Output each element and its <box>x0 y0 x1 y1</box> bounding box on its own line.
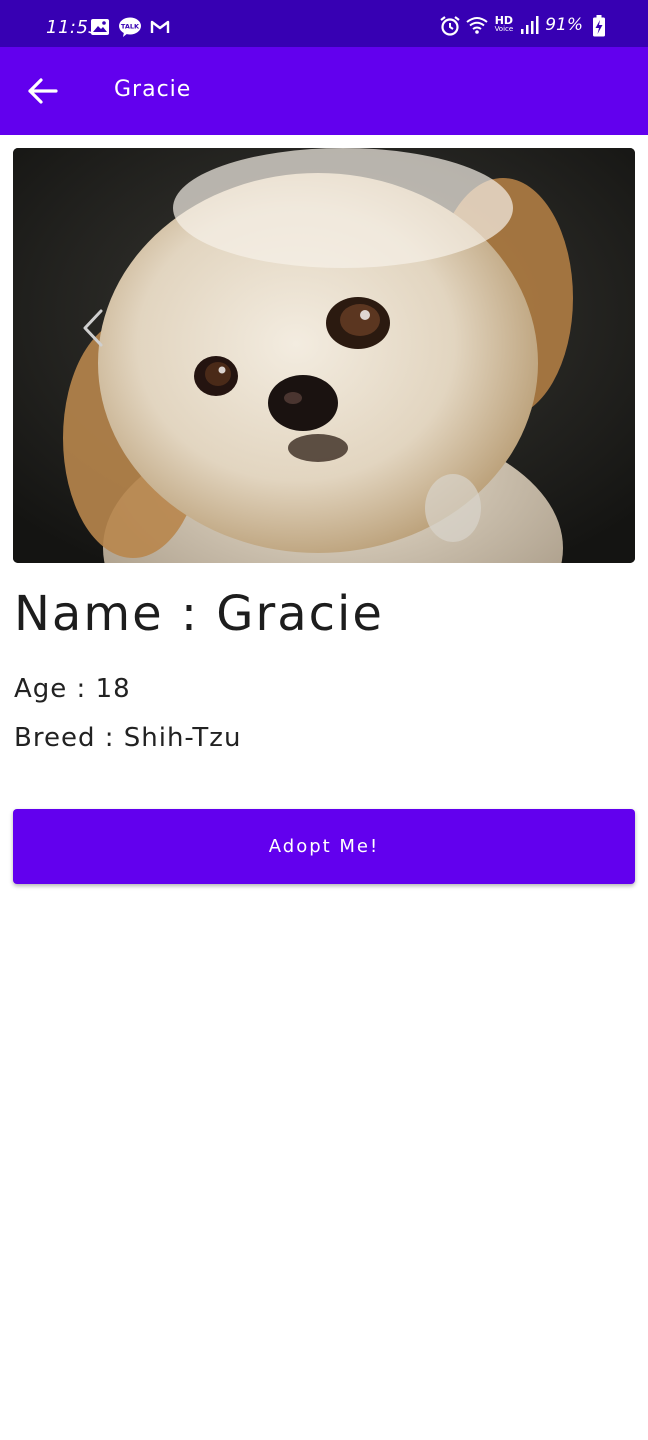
signal-icon <box>519 15 539 35</box>
chevron-left-icon <box>83 309 103 347</box>
battery-percent: 91% <box>545 15 583 35</box>
image-icon <box>90 17 110 37</box>
alarm-icon <box>439 15 460 36</box>
svg-text:TALK: TALK <box>121 23 140 31</box>
pet-photo[interactable] <box>13 148 635 563</box>
pet-age: Age : 18 <box>14 674 131 704</box>
notification-icons: TALK <box>90 17 170 37</box>
pet-breed: Breed : Shih-Tzu <box>14 723 242 753</box>
pet-name: Name : Gracie <box>14 586 384 642</box>
app-bar: Gracie <box>0 47 648 135</box>
voice-label: Voice <box>494 25 514 33</box>
shih-tzu-dog-photo <box>13 148 635 563</box>
hd-voice-indicator: HD Voice <box>494 15 514 34</box>
gmail-icon <box>150 17 170 37</box>
back-button[interactable] <box>26 75 62 107</box>
status-bar: 11:53 TALK HD Voice 91% <box>0 0 648 47</box>
battery-charging-icon <box>592 15 606 37</box>
wifi-icon <box>465 15 489 35</box>
page-title: Gracie <box>114 77 192 102</box>
previous-photo-button[interactable] <box>73 303 113 353</box>
arrow-left-icon <box>28 78 58 104</box>
system-icons: HD Voice 91% <box>439 15 606 37</box>
adopt-button[interactable]: Adopt Me! <box>13 809 635 884</box>
kakaotalk-icon: TALK <box>118 17 142 37</box>
